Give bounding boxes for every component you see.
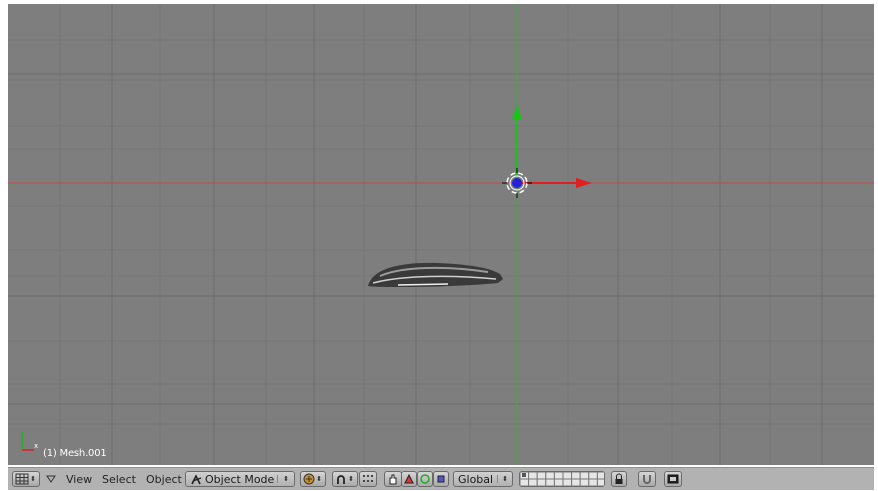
menu-select[interactable]: Select bbox=[99, 471, 139, 487]
draw-type-button[interactable]: ⬍ bbox=[300, 471, 326, 487]
manipulator-toggle-button[interactable] bbox=[384, 471, 402, 487]
editor-type-button[interactable]: ⬍ bbox=[12, 471, 40, 487]
pivot-button[interactable]: ⬍ bbox=[332, 471, 358, 487]
layer-buttons[interactable] bbox=[519, 471, 605, 487]
collapse-menu-button[interactable] bbox=[46, 471, 56, 487]
svg-text:x: x bbox=[34, 442, 38, 450]
scale-manipulator-button[interactable] bbox=[433, 471, 449, 487]
menu-object[interactable]: Object bbox=[143, 471, 185, 487]
viewport-grid: x bbox=[8, 4, 874, 465]
lock-icon bbox=[615, 473, 623, 484]
pivot-icon bbox=[337, 475, 345, 484]
mesh-object bbox=[368, 262, 503, 287]
3d-view-header: ⬍ View Select Object Object Mode ⬍ ⬍ ⬍ G… bbox=[8, 467, 874, 490]
scale-icon bbox=[437, 475, 445, 483]
axis-indicator: x bbox=[21, 432, 38, 451]
rotate-manipulator-button[interactable] bbox=[417, 471, 433, 487]
layers-icon bbox=[520, 472, 604, 486]
solid-shading-icon bbox=[303, 473, 315, 485]
mode-label: Object Mode bbox=[205, 472, 275, 486]
orientation-selector[interactable]: Global ⬍ bbox=[453, 471, 513, 487]
3d-viewport[interactable]: x (1) Mesh.001 bbox=[8, 4, 874, 465]
triangle-down-icon bbox=[46, 475, 56, 483]
dots-icon bbox=[363, 475, 373, 482]
object-mode-icon bbox=[191, 474, 202, 485]
rotate-icon bbox=[420, 474, 430, 484]
translate-manipulator-button[interactable] bbox=[401, 471, 417, 487]
hand-icon bbox=[389, 474, 397, 485]
active-object-label: (1) Mesh.001 bbox=[43, 448, 107, 459]
render-button[interactable] bbox=[664, 471, 682, 487]
translate-icon bbox=[404, 474, 414, 484]
menu-view[interactable]: View bbox=[63, 471, 95, 487]
mode-selector[interactable]: Object Mode ⬍ bbox=[185, 471, 295, 487]
magnet-icon bbox=[643, 475, 651, 484]
pivot-options-button[interactable] bbox=[359, 471, 377, 487]
blender-window: x (1) Mesh.001 ⬍ View Select Object Obje… bbox=[0, 0, 878, 491]
grid-icon bbox=[15, 473, 29, 485]
render-icon bbox=[667, 474, 679, 484]
orientation-label: Global bbox=[458, 472, 494, 486]
lock-layers-button[interactable] bbox=[611, 471, 627, 487]
transform-widget bbox=[502, 104, 592, 198]
snap-button[interactable] bbox=[638, 471, 656, 487]
